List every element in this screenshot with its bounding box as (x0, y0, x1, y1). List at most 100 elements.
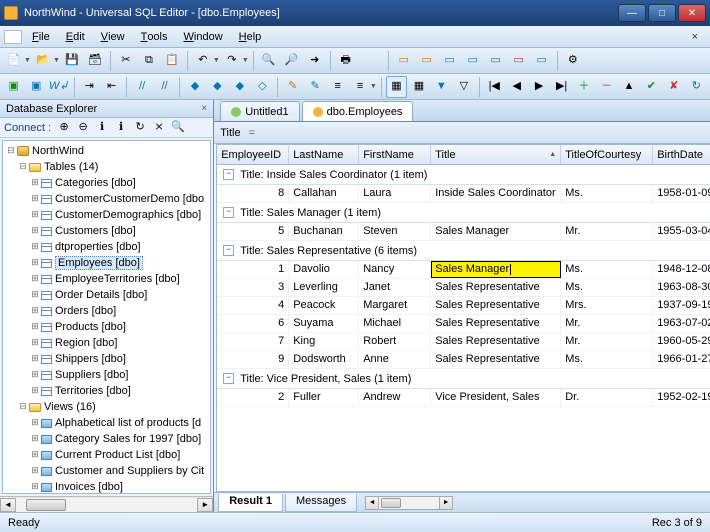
cell-bd[interactable]: 1948-12-08 00:00 (653, 261, 710, 278)
cell-last[interactable]: Suyama (289, 315, 359, 332)
tree-twisty[interactable]: ⊞ (29, 226, 41, 236)
open-button[interactable]: 📂 (32, 50, 54, 72)
cell-first[interactable]: Robert (359, 333, 431, 350)
tree-view[interactable]: ⊟NorthWind⊟Tables (14)⊞Categories [dbo]⊞… (2, 140, 211, 494)
filter-clear-button[interactable]: ▽ (453, 76, 474, 98)
cell-toc[interactable]: Dr. (561, 389, 653, 406)
panel-db-button[interactable]: ▭ (393, 50, 415, 72)
prev-button[interactable]: ◀ (506, 76, 527, 98)
tab-untitled1[interactable]: Untitled1 (220, 101, 299, 121)
connect-disconnect-button[interactable]: ⨯ (151, 120, 167, 136)
cell-id[interactable]: 5 (217, 223, 289, 240)
col-firstname[interactable]: FirstName (359, 145, 431, 164)
tree-view-3[interactable]: ⊞Customer and Suppliers by Cit (3, 463, 210, 479)
outdent-button[interactable]: ⇤ (101, 76, 122, 98)
col-titleofcourtesy[interactable]: TitleOfCourtesy (561, 145, 653, 164)
cell-title[interactable]: Sales Manager (431, 223, 561, 240)
save-button[interactable]: 💾 (61, 50, 83, 72)
table-row[interactable]: 5BuchananStevenSales ManagerMr.1955-03-0… (217, 223, 710, 241)
cell-last[interactable]: Peacock (289, 297, 359, 314)
edit2-button[interactable]: ✎ (304, 76, 325, 98)
cell-toc[interactable]: Ms. (561, 279, 653, 296)
cell-first[interactable]: Michael (359, 315, 431, 332)
cell-toc[interactable]: Ms. (561, 261, 653, 278)
result-scroll-thumb[interactable] (381, 498, 401, 508)
cell-last[interactable]: Davolio (289, 261, 359, 278)
cell-bd[interactable]: 1937-09-19 00:00 (653, 297, 710, 314)
group-collapse-icon[interactable]: − (223, 373, 234, 384)
panel-favorites-button[interactable]: ▭ (416, 50, 438, 72)
scroll-right-button[interactable]: ► (197, 498, 213, 512)
commit-button[interactable]: ✔ (641, 76, 662, 98)
tree-table-13[interactable]: ⊞Territories [dbo] (3, 383, 210, 399)
rollback-button[interactable]: ✘ (663, 76, 684, 98)
cell-first[interactable]: Anne (359, 351, 431, 368)
table-row[interactable]: 1DavolioNancySales ManagerMs.1948-12-08 … (217, 261, 710, 279)
cell-first[interactable]: Nancy (359, 261, 431, 278)
group-header[interactable]: −Title: Sales Representative (6 items) (217, 241, 710, 261)
col-lastname[interactable]: LastName (289, 145, 359, 164)
tree-twisty[interactable]: ⊞ (29, 274, 41, 284)
cell-id[interactable]: 4 (217, 297, 289, 314)
connect-info1-button[interactable]: ℹ (94, 120, 110, 136)
tree-view-1[interactable]: ⊞Category Sales for 1997 [dbo] (3, 431, 210, 447)
goto-button[interactable]: ➜ (304, 50, 326, 72)
tree-table-9[interactable]: ⊞Products [dbo] (3, 319, 210, 335)
panel-history-button[interactable]: ▭ (508, 50, 530, 72)
cell-id[interactable]: 9 (217, 351, 289, 368)
cell-last[interactable]: Buchanan (289, 223, 359, 240)
tree-twisty[interactable]: ⊞ (29, 386, 41, 396)
menu-help[interactable]: Help (231, 29, 270, 45)
cell-title[interactable]: Sales Representative (431, 351, 561, 368)
tree-view-2[interactable]: ⊞Current Product List [dbo] (3, 447, 210, 463)
grid-body[interactable]: −Title: Inside Sales Coordinator (1 item… (217, 165, 710, 491)
cell-id[interactable]: 6 (217, 315, 289, 332)
tree-table-1[interactable]: ⊞CustomerCustomerDemo [dbo (3, 191, 210, 207)
tree-twisty[interactable]: ⊞ (29, 354, 41, 364)
cell-id[interactable]: 1 (217, 261, 289, 278)
tree-twisty[interactable]: ⊞ (29, 338, 41, 348)
bookmark-next-button[interactable]: ◆ (229, 76, 250, 98)
minimize-button[interactable]: — (618, 4, 646, 22)
new-doc-icon[interactable] (4, 30, 22, 44)
cell-bd[interactable]: 1963-07-02 00:00 (653, 315, 710, 332)
table-row[interactable]: 4PeacockMargaretSales RepresentativeMrs.… (217, 297, 710, 315)
cell-first[interactable]: Laura (359, 185, 431, 202)
table-row[interactable]: 8CallahanLauraInside Sales CoordinatorMs… (217, 185, 710, 203)
cell-bd[interactable]: 1955-03-04 00:00 (653, 223, 710, 240)
tree-twisty[interactable]: ⊞ (29, 306, 41, 316)
filter-button[interactable]: ▼ (431, 76, 452, 98)
group-filter-bar[interactable]: Title = (214, 122, 710, 144)
undo-button[interactable]: ↶ (192, 50, 214, 72)
tree-twisty[interactable]: ⊟ (17, 162, 29, 172)
tree-tables[interactable]: ⊟Tables (14) (3, 159, 210, 175)
copy-button[interactable]: ⧉ (138, 50, 160, 72)
tab-messages[interactable]: Messages (285, 494, 357, 512)
cell-title[interactable]: Sales Representative (431, 279, 561, 296)
cell-toc[interactable]: Mr. (561, 315, 653, 332)
tree-twisty[interactable]: ⊞ (29, 194, 41, 204)
scroll-left-button[interactable]: ◄ (0, 498, 16, 512)
cell-last[interactable]: Fuller (289, 389, 359, 406)
table-row[interactable]: 2FullerAndrewVice President, SalesDr.195… (217, 389, 710, 407)
connect-remove-button[interactable]: ⊖ (75, 120, 91, 136)
bookmark-button[interactable]: ◆ (184, 76, 205, 98)
group-collapse-icon[interactable]: − (223, 245, 234, 256)
options-button[interactable]: ⚙ (562, 50, 584, 72)
bookmark-prev-button[interactable]: ◆ (207, 76, 228, 98)
tab-dbo-employees[interactable]: dbo.Employees (302, 101, 414, 121)
tree-views[interactable]: ⊟Views (16) (3, 399, 210, 415)
tree-twisty[interactable]: ⊞ (29, 178, 41, 188)
cell-toc[interactable]: Mr. (561, 223, 653, 240)
tree-twisty[interactable]: ⊟ (17, 402, 29, 412)
cell-bd[interactable]: 1960-05-29 00:00 (653, 333, 710, 350)
tree-twisty[interactable]: ⊞ (29, 290, 41, 300)
explain-button[interactable]: ▣ (25, 76, 46, 98)
cell-title[interactable]: Sales Representative (431, 333, 561, 350)
tree-table-12[interactable]: ⊞Suppliers [dbo] (3, 367, 210, 383)
edit1-button[interactable]: ✎ (282, 76, 303, 98)
print-button[interactable]: 🖶 (335, 50, 357, 72)
menu-tools[interactable]: Tools (133, 29, 176, 45)
group-header[interactable]: −Title: Vice President, Sales (1 item) (217, 369, 710, 389)
cell-first[interactable]: Steven (359, 223, 431, 240)
